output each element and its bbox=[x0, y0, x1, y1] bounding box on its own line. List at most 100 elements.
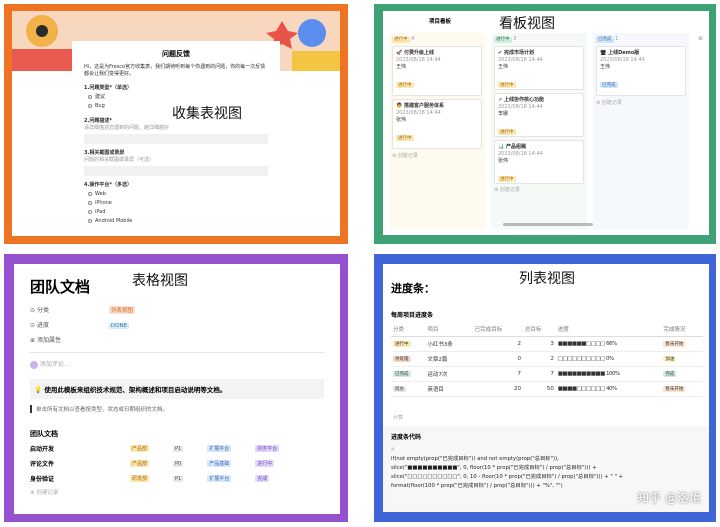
table-cell: 小红书3条 bbox=[425, 336, 473, 352]
kanban-card[interactable]: 👨 搭建客户服务体系 2023/08/18 14:44 张伟 进行中 bbox=[392, 99, 482, 150]
column-header[interactable]: 进度 bbox=[555, 322, 662, 337]
q4-option-2[interactable]: iPad bbox=[88, 209, 268, 216]
kanban-view-caption: 看板视图 bbox=[499, 16, 555, 32]
radio-icon bbox=[88, 209, 92, 214]
row-tag: 产品部 bbox=[130, 460, 150, 467]
comment-input[interactable]: 添加评论... bbox=[30, 359, 324, 369]
card-title: ✔ 完成市场计划 bbox=[498, 50, 534, 57]
avatar bbox=[30, 360, 38, 369]
add-record-button[interactable]: ⊕ 创建记录 bbox=[392, 153, 482, 160]
column-header[interactable]: 分类 bbox=[391, 322, 426, 337]
category-tag: 待处理 bbox=[393, 356, 411, 362]
kanban-card[interactable]: 📊 产品组稿 2023/08/18 14:44 张伟 进行中 bbox=[494, 140, 584, 185]
table-row[interactable]: 已完成 运动7次 7 7 ■■■■■■■■■■ 100% 完成 bbox=[391, 366, 703, 382]
q4-option-1[interactable]: iPhone bbox=[88, 200, 268, 207]
kanban-card[interactable]: ➚ 上线协作核心功能 2023/08/18 14:44 李娜 进行中 bbox=[494, 93, 584, 138]
rocket-icon: 🚀 bbox=[396, 50, 403, 57]
card-title: 🚀 付费升级上线 bbox=[396, 50, 434, 57]
q4-option-0[interactable]: Web bbox=[88, 191, 268, 198]
table-row[interactable]: 评论文件 产品部 P0 产品基础 进行中 bbox=[30, 459, 324, 469]
card-title: 🖥 上线Demo版 bbox=[600, 50, 640, 57]
category-cell: 待处理 bbox=[391, 351, 426, 367]
column-header[interactable]: 项目 bbox=[425, 322, 473, 337]
add-property-button[interactable]: ⊕ 添加属性 bbox=[30, 335, 324, 344]
kanban-view-panel: 项目看板 看板视图 ⊕ 进行中 4 🚀 付费升级上线 2023/08/18 14… bbox=[374, 4, 716, 244]
database-title: 团队文档 bbox=[30, 429, 58, 438]
card-owner: 李娜 bbox=[498, 111, 509, 118]
property-row[interactable]: ⊙ 进度 DONE bbox=[30, 320, 324, 329]
card-title: 📊 产品组稿 bbox=[498, 144, 526, 151]
table-cell: 7 bbox=[472, 366, 524, 382]
cell-value: 2 bbox=[517, 341, 522, 347]
code-section: 进度条代码 ☝ if(not empty(prop("已完成目标")) and … bbox=[383, 426, 709, 512]
column-header: 已完成 1 bbox=[596, 36, 619, 44]
database-rows: 启动开发 产品部 P1 扩展平台 财务平台 评论文件 产品部 P0 产品基础 进行中 身份验证 研发部… bbox=[30, 444, 324, 484]
table-row[interactable]: 启动开发 产品部 P1 扩展平台 财务平台 bbox=[30, 444, 324, 454]
q4-option-3[interactable]: Android Mobile bbox=[88, 218, 268, 225]
table-cell: 7 bbox=[523, 366, 556, 382]
card-status: 进行中 bbox=[396, 82, 414, 89]
code-line: slice("□□□□□□□□□□", 0, 10 - floor(10 * p… bbox=[391, 474, 624, 480]
table-cell: 运动7次 bbox=[425, 366, 473, 382]
row-tag: 进行中 bbox=[255, 460, 275, 467]
column-header[interactable]: 总目标 bbox=[523, 322, 556, 337]
form-intro: Hi，这是为Fresco官方收集表，我们期待听到每个你遇到的问题，你的每一次反馈… bbox=[84, 64, 266, 77]
plus-icon: ⊕ bbox=[30, 337, 36, 344]
table-cell: 20 bbox=[472, 381, 524, 397]
board-title: 项目看板 bbox=[429, 19, 452, 25]
monitor-icon: 🖥 bbox=[600, 50, 607, 57]
card-title: 👨 搭建客户服务体系 bbox=[396, 103, 444, 110]
q1-option-0[interactable]: 建议 bbox=[88, 94, 268, 101]
callout: 💡 使用此模板来组织技术规范、架构概述和项目启动说明等文档。 bbox=[30, 378, 324, 399]
status-cell: 加油 bbox=[661, 351, 703, 367]
card-owner: 王伟 bbox=[396, 64, 407, 71]
table-row[interactable]: 身份验证 研发部 P1 扩展平台 完成 bbox=[30, 474, 324, 484]
form-view-caption: 收集表视图 bbox=[172, 106, 242, 122]
check-icon: ✔ bbox=[498, 50, 503, 57]
new-record-button[interactable]: ⊕ 创建记录 bbox=[30, 488, 324, 496]
cell-value: 小红书3条 bbox=[427, 342, 453, 348]
row-tag: P1 bbox=[173, 475, 184, 482]
cell-value: 3 bbox=[550, 341, 554, 347]
kanban-column: 进行中 3 ✔ 完成市场计划 2023/08/18 14:44 王伟 进行中 ➚… bbox=[491, 33, 587, 229]
table-cell: 0 bbox=[472, 351, 524, 367]
kanban-card[interactable]: ✔ 完成市场计划 2023/08/18 14:44 王伟 进行中 bbox=[494, 46, 584, 91]
property-row[interactable]: ⊙ 分类 列表视图 bbox=[30, 305, 324, 314]
q3-upload[interactable] bbox=[84, 166, 268, 176]
category-tag: 续办 bbox=[393, 386, 406, 392]
cell-value: 0 bbox=[517, 356, 522, 362]
q2-input[interactable] bbox=[84, 134, 268, 144]
card-date: 2023/08/18 14:44 bbox=[498, 104, 543, 111]
row-tag: 产品部 bbox=[130, 445, 150, 452]
kanban-card[interactable]: 🚀 付费升级上线 2023/08/18 14:44 王伟 进行中 bbox=[392, 46, 482, 97]
radio-icon bbox=[88, 218, 92, 223]
row-name: 启动开发 bbox=[30, 446, 55, 453]
table-row[interactable]: 续办 英语目 20 50 ■■■■□□□□□□ 40% 暂未开始 bbox=[391, 381, 703, 397]
list-view-caption: 列表视图 bbox=[519, 271, 575, 287]
summary-label[interactable]: 计算 bbox=[393, 414, 403, 421]
progress-bar-text: ■■■■■■■■■■ 100% bbox=[557, 371, 620, 377]
add-record-button[interactable]: ⊕ 创建记录 bbox=[596, 100, 686, 107]
card-status: 已完成 bbox=[600, 82, 618, 89]
kanban-card[interactable]: 🖥 上线Demo版 2023/08/18 14:44 王伟 已完成 bbox=[596, 46, 686, 97]
column-header[interactable]: 完成情况 bbox=[661, 322, 703, 337]
add-column-icon[interactable]: ⊕ bbox=[698, 35, 703, 42]
category-cell: 已完成 bbox=[391, 366, 426, 382]
page-heading: 进度条： bbox=[391, 282, 435, 295]
column-header: 进行中 4 bbox=[392, 36, 415, 44]
card-status: 进行中 bbox=[396, 135, 414, 142]
card-status: 进行中 bbox=[498, 82, 516, 89]
horizontal-scrollbar[interactable] bbox=[503, 223, 593, 226]
form-view-window: 问题反馈 Hi，这是为Fresco官方收集表，我们期待听到每个你遇到的问题，你的… bbox=[12, 11, 340, 236]
question-3-label: 3.相关截图或录屏 bbox=[84, 150, 125, 156]
add-record-button[interactable]: ⊕ 创建记录 bbox=[494, 187, 584, 194]
table-header-row: 分类 项目 已完成目标 总目标 进度 完成情况 bbox=[391, 322, 703, 337]
row-name: 评论文件 bbox=[30, 461, 55, 468]
question-4-label: 4.操作平台*（多选） bbox=[84, 182, 132, 188]
table-row[interactable]: 进行中 小红书3条 2 3 ■■■■■■□□□□ 66% 暂未开始 bbox=[391, 336, 703, 352]
table-row[interactable]: 待处理 文章2篇 0 2 □□□□□□□□□□ 0% 加油 bbox=[391, 351, 703, 367]
category-tag: 列表视图 bbox=[108, 306, 135, 314]
column-header[interactable]: 已完成目标 bbox=[472, 322, 524, 337]
tag-icon: ⊙ bbox=[30, 307, 36, 314]
list-window: 进度条： 列表视图 每周项目进度条 分类 项目 已完成目标 总目标 进度 完成情况 进行中… bbox=[383, 264, 709, 512]
